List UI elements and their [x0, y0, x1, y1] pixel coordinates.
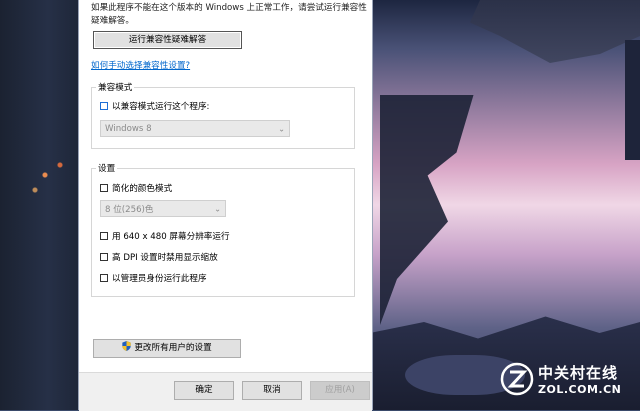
change-all-users-button[interactable]: 更改所有用户的设置: [93, 339, 241, 358]
ok-button[interactable]: 确定: [174, 381, 234, 400]
wallpaper-left-rock: [0, 0, 80, 410]
manual-settings-link[interactable]: 如何手动选择兼容性设置?: [91, 59, 190, 71]
high-dpi-row[interactable]: 高 DPI 设置时禁用显示缩放: [100, 251, 218, 263]
chevron-down-icon: ⌄: [214, 204, 221, 213]
settings-title: 设置: [96, 162, 118, 174]
reduced-color-row[interactable]: 简化的颜色模式: [100, 182, 172, 194]
high-dpi-label: 高 DPI 设置时禁用显示缩放: [112, 253, 218, 263]
color-depth-select: 8 位(256)色 ⌄: [100, 200, 226, 217]
watermark-brand-en: ZOL.COM.CN: [538, 383, 622, 396]
res-640-label: 用 640 x 480 屏幕分辨率运行: [112, 232, 230, 242]
reduced-color-label: 简化的颜色模式: [112, 184, 173, 194]
shield-icon: [122, 341, 131, 351]
res-640-checkbox[interactable]: [100, 232, 108, 240]
os-version-select: Windows 8 ⌄: [100, 120, 290, 137]
cancel-button[interactable]: 取消: [242, 381, 302, 400]
color-depth-value: 8 位(256)色: [105, 204, 154, 215]
watermark-text: 中关村在线 ZOL.COM.CN: [538, 362, 621, 396]
zol-watermark: 中关村在线 ZOL.COM.CN: [500, 362, 621, 396]
os-version-value: Windows 8: [105, 123, 152, 134]
watermark-brand-cn: 中关村在线: [538, 364, 619, 382]
apply-button[interactable]: 应用(A): [310, 381, 370, 400]
run-troubleshooter-button[interactable]: 运行兼容性疑难解答: [93, 31, 242, 49]
compat-mode-checkbox[interactable]: [100, 102, 108, 110]
compat-mode-label: 以兼容模式运行这个程序:: [112, 102, 210, 112]
settings-group: 设置 简化的颜色模式 8 位(256)色 ⌄ 用 640 x 480 屏幕分辨率…: [91, 162, 355, 297]
intro-text: 如果此程序不能在这个版本的 Windows 上正常工作，请尝试运行兼容性疑难解答…: [91, 3, 367, 26]
compat-mode-group: 兼容模式 以兼容模式运行这个程序: Windows 8 ⌄: [91, 81, 355, 149]
run-as-admin-checkbox[interactable]: [100, 274, 108, 282]
compat-mode-checkbox-row[interactable]: 以兼容模式运行这个程序:: [100, 100, 209, 112]
run-as-admin-label: 以管理员身份运行此程序: [112, 274, 207, 284]
change-all-users-label: 更改所有用户的设置: [134, 343, 212, 353]
high-dpi-checkbox[interactable]: [100, 253, 108, 261]
dialog-body: 如果此程序不能在这个版本的 Windows 上正常工作，请尝试运行兼容性疑难解答…: [79, 0, 372, 372]
dialog-footer: 确定 取消 应用(A): [79, 372, 372, 411]
wallpaper-right-rock: [625, 40, 640, 160]
res-640-row[interactable]: 用 640 x 480 屏幕分辨率运行: [100, 230, 230, 242]
chevron-down-icon: ⌄: [278, 124, 285, 133]
zol-logo-icon: [500, 362, 534, 396]
compat-mode-title: 兼容模式: [96, 81, 135, 93]
run-as-admin-row[interactable]: 以管理员身份运行此程序: [100, 272, 207, 284]
wallpaper-lights: [25, 150, 75, 200]
compatibility-dialog: 如果此程序不能在这个版本的 Windows 上正常工作，请尝试运行兼容性疑难解答…: [78, 0, 373, 411]
reduced-color-checkbox[interactable]: [100, 184, 108, 192]
